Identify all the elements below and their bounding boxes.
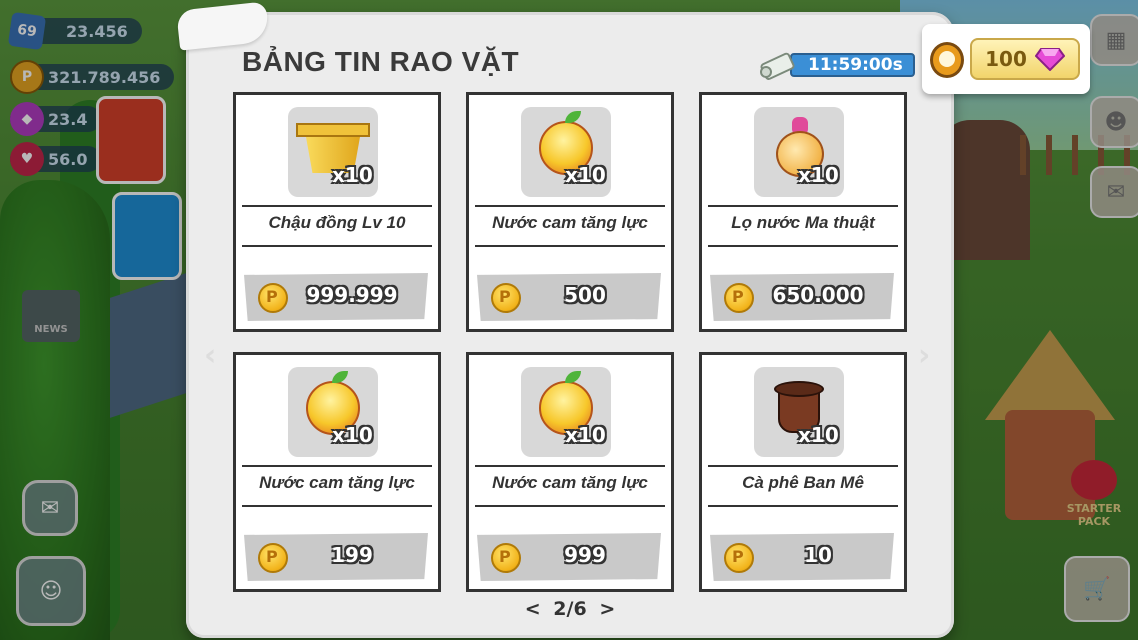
stopwatch-icon (930, 42, 964, 78)
item-price: 650.000 (772, 283, 864, 307)
item-name: Chậu đồng Lv 10 (268, 213, 406, 232)
refresh-timer: 11:59:00s (758, 52, 915, 80)
buy-button[interactable]: 500 (477, 273, 661, 321)
paper-curl (176, 1, 270, 51)
coin-icon (258, 283, 288, 313)
page-indicator: 2/6 (553, 598, 587, 620)
ad-card[interactable]: x10 Chậu đồng Lv 10 999.999 (233, 92, 441, 332)
item-price: 500 (564, 283, 606, 307)
item-quantity: x10 (565, 163, 606, 187)
ad-card[interactable]: x10 Cà phê Ban Mê 10 (699, 352, 907, 592)
divider (708, 505, 898, 507)
coin-icon (724, 283, 754, 313)
item-name: Nước cam tăng lực (259, 473, 415, 492)
diamond-icon (1034, 48, 1065, 71)
next-page-arrow[interactable]: › (918, 338, 930, 373)
item-price: 999 (564, 543, 606, 567)
coin-icon (491, 283, 521, 313)
divider (475, 205, 665, 207)
buy-button[interactable]: 650.000 (710, 273, 894, 321)
divider (242, 245, 432, 247)
buy-button[interactable]: 999.999 (244, 273, 428, 321)
ad-card[interactable]: x10 Nước cam tăng lực 199 (233, 352, 441, 592)
divider (242, 205, 432, 207)
pagination: < 2/6 > (186, 598, 954, 620)
item-price: 199 (331, 543, 373, 567)
refresh-cost: 100 (985, 47, 1027, 71)
divider (475, 505, 665, 507)
ad-card[interactable]: x10 Lọ nước Ma thuật 650.000 (699, 92, 907, 332)
item-name: Cà phê Ban Mê (742, 473, 864, 492)
divider (475, 465, 665, 467)
item-quantity: x10 (565, 423, 606, 447)
buy-button[interactable]: 10 (710, 533, 894, 581)
panel-title: BẢNG TIN RAO VẶT (242, 46, 520, 77)
prev-page-arrow[interactable]: ‹ (204, 338, 216, 373)
item-quantity: x10 (332, 423, 373, 447)
classified-ads-panel: BẢNG TIN RAO VẶT 11:59:00s ‹ › x10 Chậu … (176, 1, 954, 638)
divider (475, 245, 665, 247)
item-name: Lọ nước Ma thuật (731, 213, 875, 232)
refresh-cost-box: 100 (922, 24, 1090, 94)
buy-button[interactable]: 199 (244, 533, 428, 581)
divider (708, 245, 898, 247)
item-price: 10 (804, 543, 832, 567)
divider (708, 465, 898, 467)
item-quantity: x10 (798, 163, 839, 187)
buy-button[interactable]: 999 (477, 533, 661, 581)
scroll-icon (760, 52, 795, 80)
divider (242, 465, 432, 467)
divider (708, 205, 898, 207)
item-name: Nước cam tăng lực (492, 473, 648, 492)
item-quantity: x10 (798, 423, 839, 447)
coin-icon (258, 543, 288, 573)
ad-card[interactable]: x10 Nước cam tăng lực 500 (466, 92, 674, 332)
coin-icon (724, 543, 754, 573)
next-page-button[interactable]: > (599, 598, 615, 620)
coin-icon (491, 543, 521, 573)
divider (242, 505, 432, 507)
prev-page-button[interactable]: < (525, 598, 541, 620)
refresh-now-button[interactable]: 100 (970, 38, 1080, 80)
item-name: Nước cam tăng lực (492, 213, 648, 232)
item-price: 999.999 (306, 283, 398, 307)
ad-card[interactable]: x10 Nước cam tăng lực 999 (466, 352, 674, 592)
item-quantity: x10 (332, 163, 373, 187)
timer-value: 11:59:00s (790, 53, 915, 77)
